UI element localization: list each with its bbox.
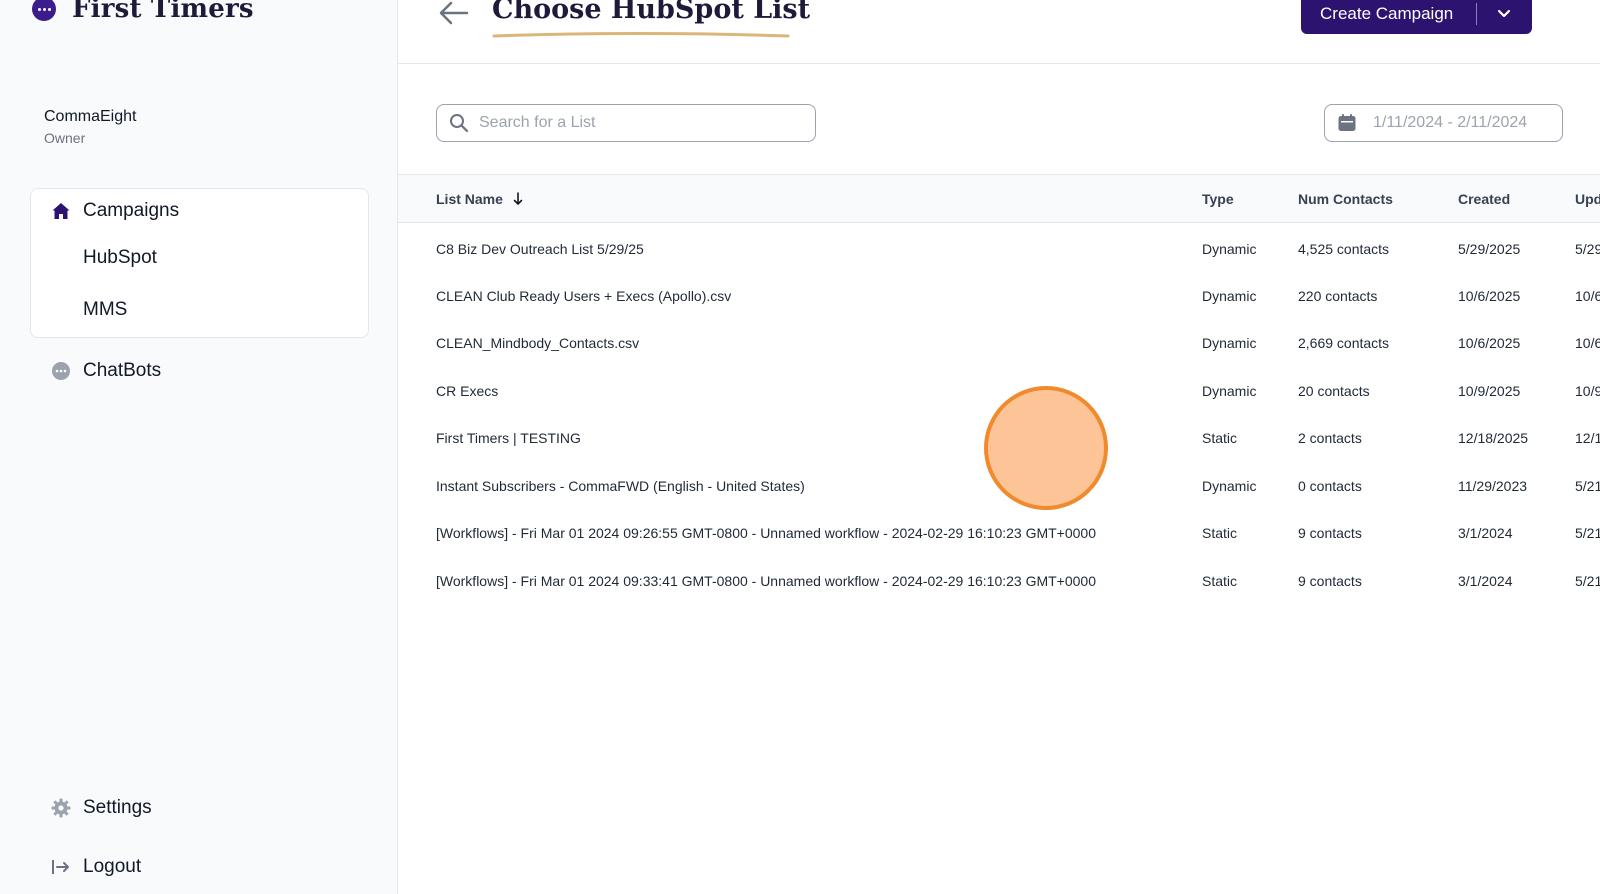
sidebar-item-campaigns[interactable]: Campaigns xyxy=(51,200,179,222)
cell-num-contacts: 20 contacts xyxy=(1298,383,1370,399)
cell-type: Static xyxy=(1202,573,1238,589)
cell-created: 10/9/2025 xyxy=(1458,383,1521,399)
cell-created: 11/29/2023 xyxy=(1458,478,1528,494)
sidebar-item-settings[interactable]: Settings xyxy=(51,797,152,819)
sidebar-item-label: Settings xyxy=(83,797,152,818)
column-header-updated[interactable]: Upd xyxy=(1575,191,1600,207)
create-campaign-dropdown[interactable] xyxy=(1477,9,1531,19)
column-header-type[interactable]: Type xyxy=(1202,191,1234,207)
calendar-icon xyxy=(1338,114,1356,131)
cell-num-contacts: 220 contacts xyxy=(1298,288,1378,304)
cell-list-name: C8 Biz Dev Outreach List 5/29/25 xyxy=(436,241,644,257)
cell-list-name: [Workflows] - Fri Mar 01 2024 09:33:41 G… xyxy=(436,573,1097,589)
gear-icon xyxy=(51,798,71,818)
cell-type: Dynamic xyxy=(1202,241,1257,257)
sidebar: First Timers CommaEight Owner Campaigns … xyxy=(0,0,398,894)
sidebar-item-label: MMS xyxy=(83,299,128,320)
cell-num-contacts: 9 contacts xyxy=(1298,573,1362,589)
cell-list-name: CLEAN_Mindbody_Contacts.csv xyxy=(436,335,640,351)
cell-type: Static xyxy=(1202,430,1238,446)
cell-num-contacts: 4,525 contacts xyxy=(1298,241,1390,257)
cell-updated: 5/21 xyxy=(1575,525,1600,541)
sidebar-item-label: HubSpot xyxy=(83,247,157,268)
sidebar-item-label: Campaigns xyxy=(83,200,180,221)
cell-created: 12/18/2025 xyxy=(1458,430,1529,446)
table-row[interactable]: [Workflows] - Fri Mar 01 2024 09:33:41 G… xyxy=(398,558,1600,605)
title-underline xyxy=(492,32,790,38)
brand-name: First Timers xyxy=(72,0,254,24)
cell-num-contacts: 9 contacts xyxy=(1298,525,1362,541)
home-icon xyxy=(51,201,71,221)
user-info: CommaEight Owner xyxy=(44,108,136,146)
search-box xyxy=(436,104,816,142)
logout-icon xyxy=(51,857,71,877)
cell-created: 3/1/2024 xyxy=(1458,573,1513,589)
sort-down-icon xyxy=(513,192,523,205)
cell-list-name: First Timers | TESTING xyxy=(436,430,581,446)
cell-num-contacts: 0 contacts xyxy=(1298,478,1362,494)
search-icon xyxy=(450,114,469,133)
date-range-value: 1/11/2024 - 2/11/2024 xyxy=(1373,114,1528,131)
column-header-num-contacts[interactable]: Num Contacts xyxy=(1298,191,1393,207)
cell-created: 3/1/2024 xyxy=(1458,525,1513,541)
column-header-list-name[interactable]: List Name xyxy=(436,191,523,207)
cell-updated: 10/9 xyxy=(1575,383,1600,399)
cell-updated: 5/21 xyxy=(1575,573,1600,589)
sidebar-item-label: ChatBots xyxy=(83,360,162,381)
search-input[interactable] xyxy=(479,114,789,132)
cell-num-contacts: 2 contacts xyxy=(1298,430,1362,446)
brand-chat-icon xyxy=(32,0,56,21)
cell-updated: 12/1 xyxy=(1575,430,1600,446)
cell-num-contacts: 2,669 contacts xyxy=(1298,335,1390,351)
cell-type: Dynamic xyxy=(1202,383,1257,399)
cell-list-name: [Workflows] - Fri Mar 01 2024 09:26:55 G… xyxy=(436,525,1097,541)
cell-type: Static xyxy=(1202,525,1238,541)
column-header-label: List Name xyxy=(436,191,503,207)
cell-list-name: CLEAN Club Ready Users + Execs (Apollo).… xyxy=(436,288,732,304)
table-row[interactable]: C8 Biz Dev Outreach List 5/29/25 Dynamic… xyxy=(398,226,1600,273)
cell-created: 10/6/2025 xyxy=(1458,335,1521,351)
page-header: Choose HubSpot List Create Campaign xyxy=(398,0,1600,64)
brand[interactable]: First Timers xyxy=(32,0,254,24)
cell-updated: 5/29 xyxy=(1575,241,1600,257)
cell-list-name: Instant Subscribers - CommaFWD (English … xyxy=(436,478,805,494)
chevron-down-icon xyxy=(1497,9,1511,18)
sidebar-item-logout[interactable]: Logout xyxy=(51,856,141,878)
campaigns-nav-group: Campaigns HubSpot MMS xyxy=(30,188,369,338)
click-indicator xyxy=(984,386,1108,510)
user-name: CommaEight xyxy=(44,108,137,125)
table-row[interactable]: [Workflows] - Fri Mar 01 2024 09:26:55 G… xyxy=(398,510,1600,557)
sidebar-item-hubspot[interactable]: HubSpot xyxy=(83,247,157,269)
cell-created: 5/29/2025 xyxy=(1458,241,1521,257)
table-row[interactable]: CLEAN_Mindbody_Contacts.csv Dynamic 2,66… xyxy=(398,320,1600,367)
cell-updated: 10/6 xyxy=(1575,288,1600,304)
chat-bubble-icon xyxy=(51,361,71,381)
sidebar-item-mms[interactable]: MMS xyxy=(83,299,127,321)
cell-type: Dynamic xyxy=(1202,478,1257,494)
create-campaign-split-button: Create Campaign xyxy=(1301,0,1532,34)
sidebar-item-chatbots[interactable]: ChatBots xyxy=(51,360,161,382)
sidebar-item-label: Logout xyxy=(83,856,142,877)
date-range-picker[interactable]: 1/11/2024 - 2/11/2024 xyxy=(1324,104,1563,142)
column-header-created[interactable]: Created xyxy=(1458,191,1510,207)
cell-type: Dynamic xyxy=(1202,335,1257,351)
back-button[interactable] xyxy=(438,0,472,28)
create-campaign-button[interactable]: Create Campaign xyxy=(1301,4,1476,24)
back-arrow-icon xyxy=(439,1,469,25)
cell-updated: 5/21 xyxy=(1575,478,1600,494)
cell-created: 10/6/2025 xyxy=(1458,288,1521,304)
table-row[interactable]: CLEAN Club Ready Users + Execs (Apollo).… xyxy=(398,273,1600,320)
table-header: List Name Type Num Contacts Created Upd xyxy=(398,174,1600,223)
page-title: Choose HubSpot List xyxy=(492,0,811,25)
cell-type: Dynamic xyxy=(1202,288,1257,304)
cell-list-name: CR Execs xyxy=(436,383,499,399)
cell-updated: 10/6 xyxy=(1575,335,1600,351)
user-role: Owner xyxy=(44,130,86,146)
